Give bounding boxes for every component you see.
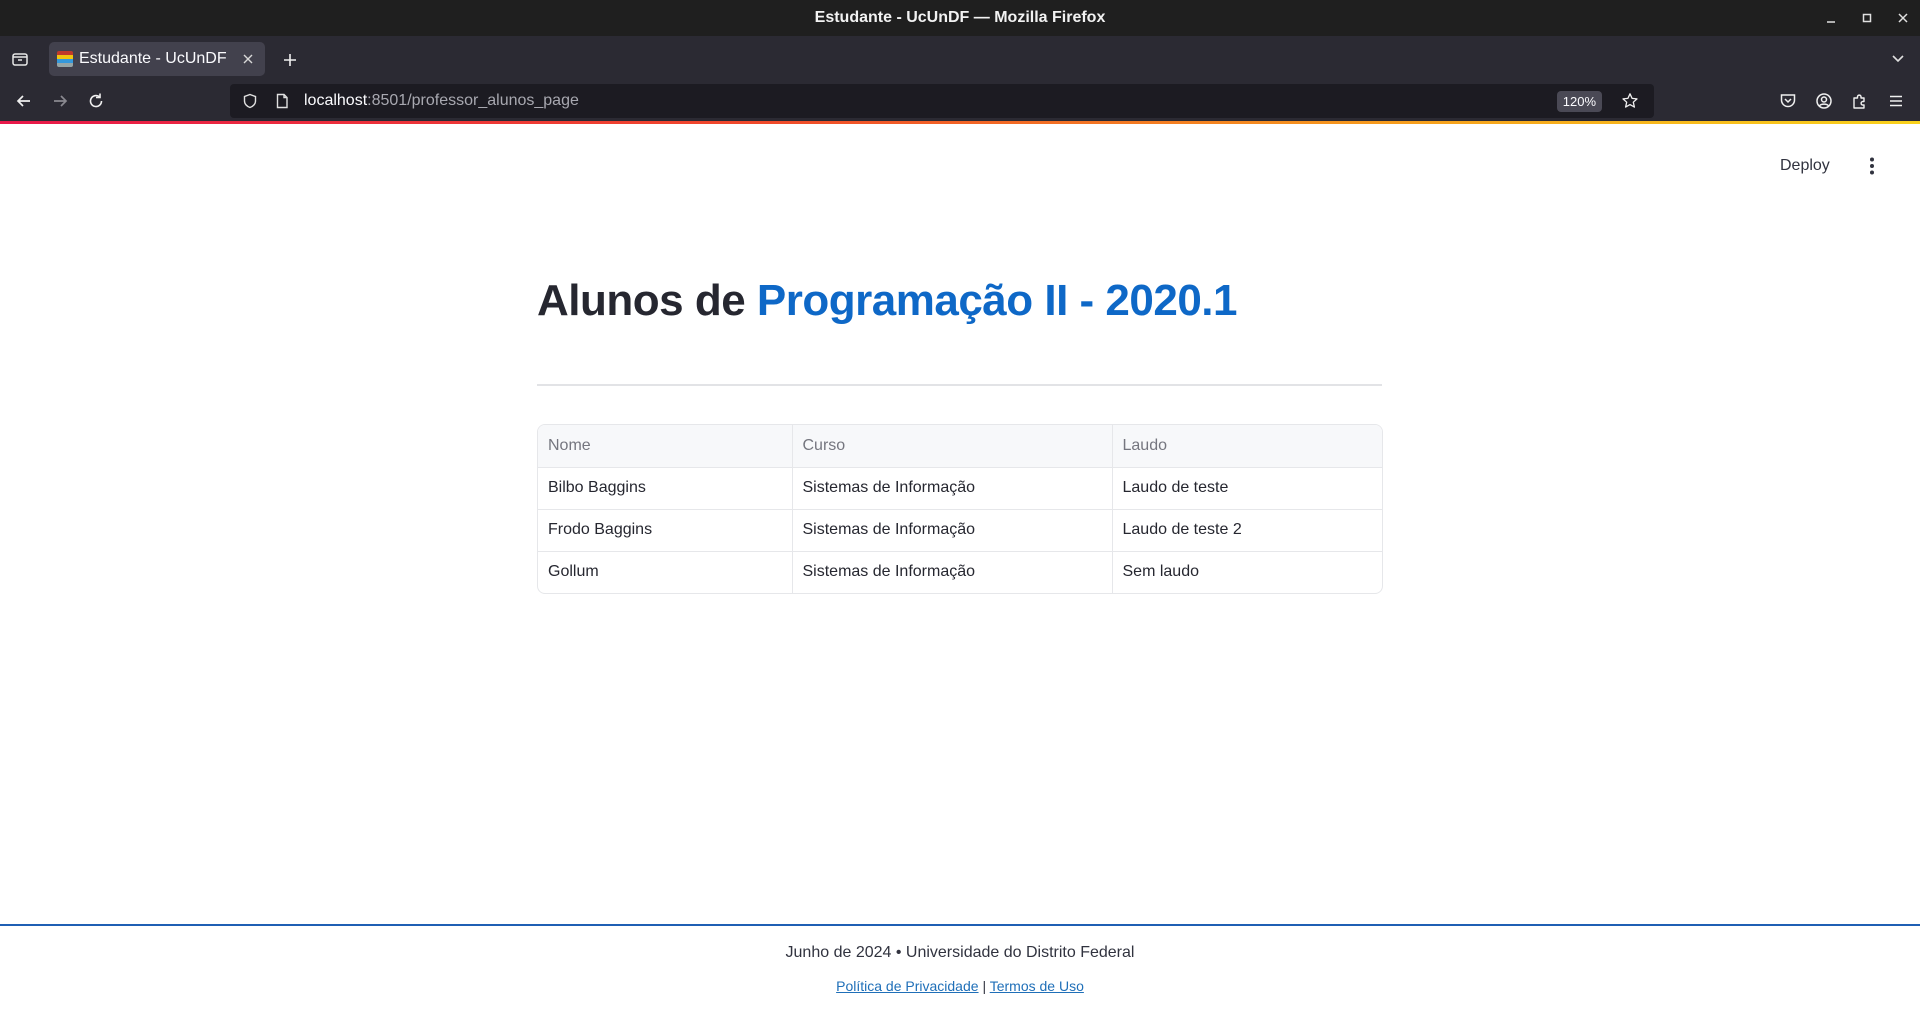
table-cell-nome[interactable]: Bilbo Baggins	[538, 467, 792, 509]
table-row: Gollum Sistemas de Informação Sem laudo	[538, 550, 1382, 593]
account-icon[interactable]	[1812, 89, 1836, 113]
kebab-menu-icon[interactable]	[1862, 152, 1882, 180]
table-cell-laudo[interactable]: Sem laudo	[1111, 550, 1382, 593]
footer-text: Junho de 2024 • Universidade do Distrito…	[785, 944, 1135, 961]
table-cell-laudo[interactable]: Laudo de teste	[1111, 467, 1382, 509]
pocket-icon[interactable]	[1776, 89, 1800, 113]
url-bar[interactable]: localhost:8501/professor_alunos_page 120…	[230, 84, 1654, 118]
new-tab-icon[interactable]	[278, 48, 302, 72]
table-cell-nome[interactable]: Gollum	[538, 550, 792, 593]
deploy-button[interactable]: Deploy	[1780, 152, 1830, 180]
star-icon[interactable]	[1620, 91, 1640, 111]
students-table: Nome Curso Laudo Bilbo Baggins Sistemas …	[537, 424, 1383, 594]
footer-link-separator: |	[982, 978, 987, 994]
minimize-icon[interactable]	[1824, 11, 1838, 25]
page-loading-accent-line	[0, 121, 1920, 124]
window-controls	[1824, 0, 1910, 36]
window-titlebar: Estudante - UcUnDF — Mozilla Firefox	[0, 0, 1920, 36]
close-window-icon[interactable]	[1896, 11, 1910, 25]
page-title: Alunos de Programação II - 2020.1	[537, 276, 1238, 326]
page-title-course: Programação II - 2020.1	[756, 276, 1238, 325]
favicon-icon	[57, 51, 73, 67]
forward-arrow-icon[interactable]	[48, 89, 72, 113]
close-tab-icon[interactable]	[239, 50, 257, 68]
extensions-icon[interactable]	[1848, 89, 1872, 113]
table-cell-curso[interactable]: Sistemas de Informação	[791, 508, 1112, 551]
footer-links: Política de Privacidade | Termos de Uso	[0, 978, 1920, 994]
column-header-laudo[interactable]: Laudo	[1111, 425, 1382, 468]
table-header-row: Nome Curso Laudo	[538, 425, 1382, 468]
table-cell-curso[interactable]: Sistemas de Informação	[791, 467, 1112, 509]
tab-title: Estudante - UcUnDF	[79, 50, 227, 67]
table-row: Frodo Baggins Sistemas de Informação Lau…	[538, 508, 1382, 551]
tab-list-icon[interactable]	[0, 36, 40, 81]
chevron-down-icon[interactable]	[1890, 50, 1906, 71]
reload-icon[interactable]	[84, 89, 108, 113]
window-title: Estudante - UcUnDF — Mozilla Firefox	[814, 9, 1106, 26]
tab-strip: Estudante - UcUnDF	[0, 36, 1920, 81]
page-title-prefix: Alunos de	[537, 276, 757, 325]
url-host: localhost	[304, 92, 368, 109]
footer-divider	[0, 924, 1920, 926]
terms-of-use-link[interactable]: Termos de Uso	[990, 978, 1084, 994]
hamburger-menu-icon[interactable]	[1884, 89, 1908, 113]
url-text[interactable]: localhost:8501/professor_alunos_page	[304, 92, 579, 110]
divider	[537, 384, 1382, 386]
navigation-bar: localhost:8501/professor_alunos_page 120…	[0, 81, 1920, 121]
maximize-icon[interactable]	[1860, 11, 1874, 25]
url-path: :8501/professor_alunos_page	[367, 92, 579, 109]
table-cell-nome[interactable]: Frodo Baggins	[538, 508, 792, 551]
column-header-nome[interactable]: Nome	[538, 425, 792, 468]
table-cell-curso[interactable]: Sistemas de Informação	[791, 550, 1112, 593]
back-arrow-icon[interactable]	[12, 89, 36, 113]
table-row: Bilbo Baggins Sistemas de Informação Lau…	[538, 467, 1382, 509]
privacy-policy-link[interactable]: Política de Privacidade	[836, 978, 978, 994]
zoom-level-badge[interactable]: 120%	[1556, 91, 1602, 112]
column-header-curso[interactable]: Curso	[791, 425, 1112, 468]
page-icon[interactable]	[272, 91, 292, 111]
shield-icon[interactable]	[240, 91, 260, 111]
table-cell-laudo[interactable]: Laudo de teste 2	[1111, 508, 1382, 551]
tab-active[interactable]: Estudante - UcUnDF	[49, 42, 265, 76]
